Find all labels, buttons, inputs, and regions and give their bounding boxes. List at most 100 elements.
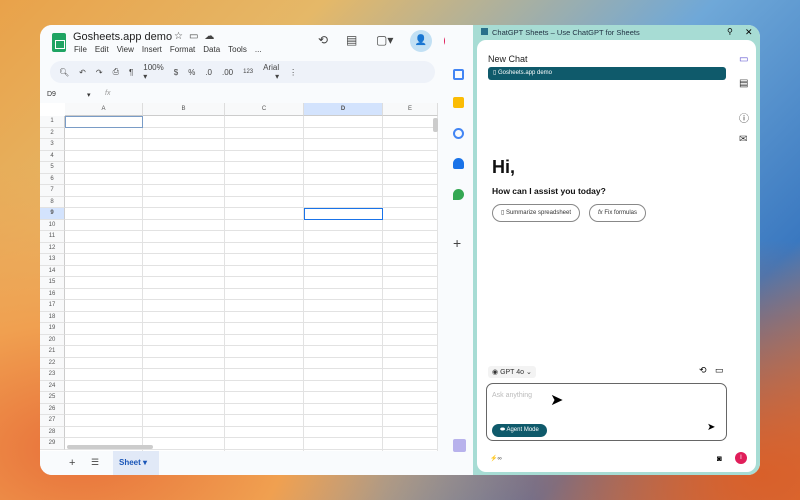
paint-format-icon[interactable]: ¶ — [129, 68, 133, 77]
star-icon[interactable]: ☆ — [174, 31, 189, 42]
row-header[interactable]: 22 — [40, 357, 65, 369]
row-header[interactable]: 19 — [40, 323, 65, 335]
row-header[interactable]: 8 — [40, 196, 65, 208]
move-folder-icon[interactable]: ▭ — [189, 31, 204, 42]
menu-format[interactable]: Format — [170, 45, 195, 54]
row-header[interactable]: 27 — [40, 415, 65, 427]
chat-icon[interactable]: ▭ — [739, 54, 748, 65]
summarize-spreadsheet-button[interactable]: ▯ Summarize spreadsheet — [492, 204, 580, 222]
row-header[interactable]: 29 — [40, 438, 65, 450]
column-header-D[interactable]: D — [304, 103, 383, 116]
history-icon[interactable]: ⟲ — [318, 33, 328, 47]
name-box-dropdown-icon[interactable]: ▾ — [87, 91, 91, 99]
zoom-select[interactable]: 100% ▾ — [143, 63, 163, 81]
menu-edit[interactable]: Edit — [95, 45, 109, 54]
row-header[interactable]: 10 — [40, 219, 65, 231]
keep-icon[interactable] — [453, 97, 464, 108]
row-header[interactable]: 16 — [40, 288, 65, 300]
increase-decimal-button[interactable]: .00 — [222, 68, 233, 77]
row-header[interactable]: 11 — [40, 231, 65, 243]
menu-insert[interactable]: Insert — [142, 45, 162, 54]
all-sheets-icon[interactable]: ☰ — [91, 457, 99, 468]
close-icon[interactable]: ✕ — [745, 27, 753, 38]
history-icon[interactable]: ⟲ — [699, 365, 707, 376]
menu-bar: File Edit View Insert Format Data Tools … — [74, 45, 262, 54]
column-header-B[interactable]: B — [143, 103, 225, 116]
name-box[interactable]: D9 — [47, 91, 56, 98]
row-header[interactable]: 7 — [40, 185, 65, 197]
undo-icon[interactable]: ↶ — [79, 68, 86, 77]
row-header[interactable]: 6 — [40, 173, 65, 185]
redo-icon[interactable]: ↷ — [96, 68, 103, 77]
help-icon[interactable]: ⓘ — [739, 110, 749, 125]
column-header-A[interactable]: A — [65, 103, 143, 116]
comment-icon[interactable]: ▤ — [346, 33, 357, 47]
row-header[interactable]: 9 — [40, 208, 65, 220]
row-header[interactable]: 23 — [40, 369, 65, 381]
row-header[interactable]: 25 — [40, 392, 65, 404]
model-selector[interactable]: ◉ GPT 4o ⌄ — [488, 366, 536, 378]
spreadsheet-grid[interactable]: A B C D E 1 2 3 4 5 6 7 8 9 10 11 12 13 14 15 16 17 18 19 20 21 22… — [40, 103, 438, 451]
row-header[interactable]: 26 — [40, 403, 65, 415]
calendar-icon[interactable] — [453, 69, 464, 80]
cell-a1[interactable] — [65, 116, 143, 128]
decrease-decimal-button[interactable]: .0 — [205, 68, 212, 77]
column-header-E[interactable]: E — [383, 103, 438, 116]
meet-icon[interactable]: ▢▾ — [376, 33, 393, 47]
row-header[interactable]: 17 — [40, 300, 65, 312]
grid-line — [65, 437, 438, 438]
send-icon[interactable]: ➤ — [707, 422, 715, 433]
menu-more[interactable]: ... — [255, 45, 262, 54]
row-header[interactable]: 14 — [40, 265, 65, 277]
add-addon-icon[interactable]: + — [453, 235, 461, 251]
row-header[interactable]: 2 — [40, 127, 65, 139]
document-context-chip[interactable]: ▯ Gosheets.app demo — [488, 67, 726, 80]
row-header[interactable]: 3 — [40, 139, 65, 151]
percent-button[interactable]: % — [188, 68, 195, 77]
selected-cell[interactable] — [304, 208, 383, 220]
menu-tools[interactable]: Tools — [228, 45, 247, 54]
chat-input-box[interactable]: Ask anything ⬬ Agent Mode ➤ — [486, 383, 727, 441]
vertical-scrollbar[interactable] — [433, 118, 438, 132]
currency-button[interactable]: $ — [174, 68, 178, 77]
pin-icon[interactable]: ⚲ — [727, 27, 733, 36]
row-header[interactable]: 28 — [40, 426, 65, 438]
sheet-tab[interactable]: Sheet ▾ — [113, 451, 159, 475]
maps-icon[interactable] — [453, 189, 464, 200]
share-button[interactable]: 👤 — [410, 30, 432, 52]
row-header[interactable]: 21 — [40, 346, 65, 358]
document-title[interactable]: Gosheets.app demo — [73, 31, 172, 43]
add-sheet-icon[interactable]: + — [69, 457, 75, 469]
horizontal-scrollbar[interactable] — [67, 445, 153, 449]
mail-icon[interactable]: ✉ — [739, 134, 747, 145]
contacts-icon[interactable] — [453, 158, 464, 169]
font-select[interactable]: Arial ▾ — [263, 63, 279, 81]
menu-data[interactable]: Data — [203, 45, 220, 54]
row-header[interactable]: 5 — [40, 162, 65, 174]
tasks-icon[interactable] — [453, 128, 464, 139]
print-icon[interactable]: ⎙ — [113, 67, 119, 77]
search-icon[interactable]: 🔍︎ — [59, 68, 69, 77]
menu-file[interactable]: File — [74, 45, 87, 54]
new-chat-icon[interactable]: ▭ — [715, 365, 724, 376]
chatgpt-sheets-addon-icon[interactable] — [453, 439, 466, 452]
row-header[interactable]: 12 — [40, 242, 65, 254]
row-header[interactable]: 18 — [40, 311, 65, 323]
chat-input[interactable]: Ask anything — [492, 392, 532, 399]
row-header[interactable]: 20 — [40, 334, 65, 346]
agent-mode-toggle[interactable]: ⬬ Agent Mode — [492, 424, 547, 437]
row-header[interactable]: 1 — [40, 116, 65, 128]
more-icon[interactable]: ⋮ — [289, 68, 297, 77]
number-format-button[interactable]: 123 — [243, 69, 253, 75]
menu-view[interactable]: View — [117, 45, 134, 54]
row-header[interactable]: 24 — [40, 380, 65, 392]
discord-icon[interactable]: ◙ — [717, 454, 722, 463]
row-header[interactable]: 15 — [40, 277, 65, 289]
fix-formulas-button[interactable]: fx Fix formulas — [589, 204, 647, 222]
user-avatar[interactable]: I — [735, 452, 747, 464]
row-header[interactable]: 13 — [40, 254, 65, 266]
sheet-icon[interactable]: ▤ — [739, 78, 748, 89]
row-header[interactable]: 4 — [40, 150, 65, 162]
column-header-C[interactable]: C — [225, 103, 304, 116]
addon-logo-icon — [481, 28, 488, 35]
